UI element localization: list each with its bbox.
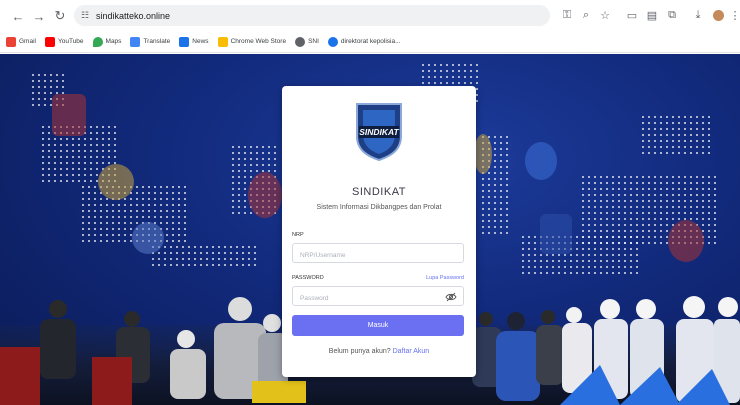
bookmark-label: Maps (105, 38, 122, 45)
download-icon[interactable]: ⤓ (689, 6, 707, 24)
site-info-icon[interactable]: ☷ (74, 10, 96, 21)
app-title: SINDIKAT (352, 186, 406, 198)
sindikat-logo: SINDIKAT (356, 103, 402, 162)
password-input[interactable] (293, 289, 443, 308)
chrome-web-store-icon (217, 36, 228, 47)
bookmark-label: Translate (143, 38, 171, 45)
bookmark-label: direktorat kepolisia... (340, 38, 401, 45)
police-emblem (132, 222, 164, 254)
police-emblem (474, 134, 492, 174)
nrp-field-wrapper (292, 243, 464, 265)
news-icon (179, 36, 190, 47)
bookmark-chrome-web-store[interactable]: Chrome Web Store (217, 36, 287, 47)
translate-icon (130, 36, 141, 47)
address-url: sindikatteko.online (96, 10, 171, 21)
map-dots (150, 244, 260, 268)
reading-list-icon[interactable]: ▤ (643, 6, 661, 24)
globe-icon (295, 36, 306, 47)
map-dots (640, 114, 710, 154)
reload-icon[interactable]: ↻ (51, 7, 69, 25)
bookmark-news[interactable]: News (179, 36, 209, 47)
gmail-icon (6, 36, 16, 47)
forward-icon[interactable]: → (30, 7, 48, 25)
page-background: SINDIKAT SINDIKAT Sistem Informasi Dikba… (0, 54, 740, 405)
bookmark-star-icon[interactable]: ☆ (596, 6, 614, 24)
bookmark-youtube[interactable]: YouTube (44, 36, 84, 47)
site-icon (327, 36, 338, 47)
bookmark-maps[interactable]: Maps (92, 36, 122, 47)
eye-slash-icon[interactable] (445, 291, 457, 303)
profile-avatar[interactable] (709, 6, 727, 24)
address-bar[interactable]: ☷ sindikatteko.online (74, 5, 550, 26)
logo-text: SINDIKAT (359, 127, 399, 137)
bookmark-gmail[interactable]: Gmail (6, 36, 36, 47)
nrp-label: NRP (292, 232, 304, 238)
police-emblem (52, 94, 86, 136)
bookmark-label: SNI (308, 38, 319, 45)
bookmark-label: Chrome Web Store (230, 38, 287, 45)
police-emblem (668, 220, 704, 262)
password-key-icon[interactable]: ⚿ (558, 6, 576, 24)
browser-toolbar: ← → ↻ ☷ sindikatteko.online ⚿ ⌕ ☆ ▭ ▤ ⧉ … (0, 0, 740, 31)
police-emblem (525, 142, 557, 180)
browser-window: ← → ↻ ☷ sindikatteko.online ⚿ ⌕ ☆ ▭ ▤ ⧉ … (0, 0, 740, 405)
police-emblem (98, 164, 134, 200)
login-card: SINDIKAT SINDIKAT Sistem Informasi Dikba… (282, 86, 476, 377)
login-button[interactable]: Masuk (292, 315, 464, 336)
police-emblem (540, 214, 572, 254)
cast-icon[interactable]: ▭ (623, 6, 641, 24)
bookmark-label: YouTube (57, 38, 84, 45)
bookmark-label: News (192, 38, 209, 45)
app-subtitle: Sistem Informasi Dikbangpes dan Prolat (316, 204, 442, 211)
bookmark-label: Gmail (19, 38, 36, 45)
nrp-input[interactable] (293, 246, 443, 265)
back-icon[interactable]: ← (9, 7, 27, 25)
password-label: PASSWORD (292, 275, 324, 281)
police-emblem (248, 172, 282, 218)
extensions-icon[interactable]: ⧉ (663, 6, 681, 24)
bookmark-translate[interactable]: Translate (130, 36, 171, 47)
signup-text: Belum punya akun? (328, 348, 391, 355)
forgot-password-link[interactable]: Lupa Password (426, 275, 464, 281)
menu-icon[interactable]: ⋮ (726, 6, 740, 24)
bookmarks-bar: Gmail YouTube Maps Translate News Chrome… (0, 31, 740, 53)
maps-icon (92, 36, 103, 47)
bookmark-direktorat[interactable]: direktorat kepolisia... (327, 36, 401, 47)
zoom-icon[interactable]: ⌕ (577, 6, 595, 24)
youtube-icon (44, 36, 55, 47)
signup-link[interactable]: Daftar Akun (393, 348, 430, 355)
password-field-wrapper (292, 286, 464, 308)
bookmark-sni[interactable]: SNI (295, 36, 319, 47)
signup-prompt: Belum punya akun? Daftar Akun (282, 348, 476, 355)
